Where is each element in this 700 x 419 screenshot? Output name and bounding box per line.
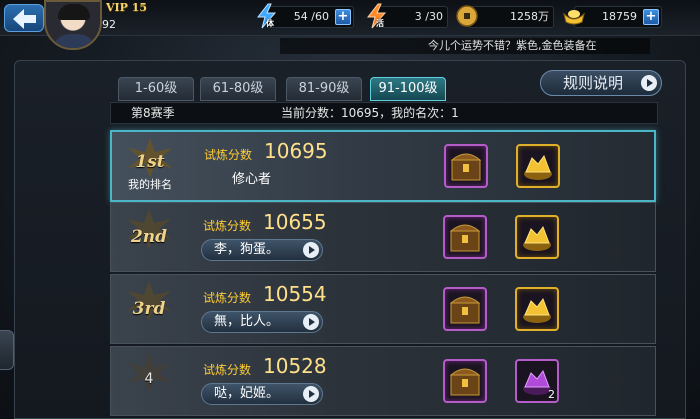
current-score-text: 当前分数：10695，我的名次：1: [281, 106, 459, 120]
tab-level-1-60[interactable]: 1-60级: [118, 77, 194, 101]
vip-badge: VIP 15: [106, 1, 148, 14]
coins-value: 1258万: [510, 10, 549, 23]
reward-chest-icon[interactable]: [443, 215, 487, 259]
ingots-value: 18759: [602, 10, 637, 23]
reward-gold-icon[interactable]: [515, 215, 559, 259]
score-value: 10655: [263, 210, 327, 234]
rank-badge: 1st 我的排名: [112, 132, 188, 198]
reward-chest-icon[interactable]: [444, 144, 488, 188]
side-drawer-handle[interactable]: [0, 330, 14, 370]
player-level: 92: [102, 18, 116, 31]
rank-badge: 4: [111, 347, 187, 413]
tab-level-81-90[interactable]: 81-90级: [286, 77, 362, 101]
player-name-button[interactable]: 李，狗蛋。: [201, 239, 323, 261]
season-info-bar: 第8赛季 当前分数：10695，我的名次：1: [110, 102, 658, 124]
player-name-button[interactable]: 無，比人。: [201, 311, 323, 333]
rank-position: 2nd: [130, 227, 168, 247]
vitality-tag: 活: [376, 19, 384, 28]
player-name: 修心者: [232, 172, 272, 187]
gold-ingot-icon: [563, 10, 585, 25]
announcement-marquee: 今儿个运势不错？紫色,金色装备在: [280, 38, 650, 54]
ranking-row-3[interactable]: 3rd 试炼分数 10554 無，比人。: [110, 274, 656, 344]
stamina-value: 54 /60: [293, 10, 329, 23]
chevron-right-icon: [303, 314, 319, 330]
score-value: 10528: [263, 354, 327, 378]
score-value: 10695: [264, 139, 328, 163]
reward-chest-icon[interactable]: [443, 287, 487, 331]
my-rank-label: 我的排名: [128, 178, 172, 191]
player-name-button[interactable]: 哒，妃姬。: [201, 383, 323, 405]
season-label: 第8赛季: [131, 106, 175, 120]
rules-button[interactable]: 规则说明: [540, 70, 662, 96]
score-label: 试炼分数: [203, 363, 252, 377]
rank-badge: 2nd: [111, 203, 187, 269]
back-button[interactable]: [4, 4, 44, 32]
add-stamina-button[interactable]: +: [335, 9, 351, 25]
stamina-tag: 体: [266, 19, 274, 28]
reward-count: 2: [548, 388, 555, 401]
reward-gold-icon[interactable]: [516, 144, 560, 188]
player-name: 無，比人。: [214, 314, 280, 329]
rank-position: 4: [144, 371, 154, 387]
ranking-row-2[interactable]: 2nd 试炼分数 10655 李，狗蛋。: [110, 202, 656, 272]
add-ingots-button[interactable]: +: [643, 9, 659, 25]
rank-position: 1st: [135, 152, 165, 172]
chevron-right-icon: [641, 75, 657, 91]
rules-label: 规则说明: [563, 74, 624, 92]
chevron-right-icon: [303, 242, 319, 258]
ranking-row-self[interactable]: 1st 我的排名 试炼分数 10695 修心者: [110, 130, 656, 202]
coin-icon: [456, 5, 478, 27]
ranking-row-4[interactable]: 4 试炼分数 10528 哒，妃姬。 2: [110, 346, 656, 416]
reward-chest-icon[interactable]: [443, 359, 487, 403]
score-label: 试炼分数: [203, 291, 252, 305]
chevron-right-icon: [303, 386, 319, 402]
back-arrow-icon: [13, 9, 36, 29]
score-label: 试炼分数: [203, 219, 252, 233]
player-avatar[interactable]: [44, 0, 102, 50]
score-label: 试炼分数: [204, 148, 253, 162]
rank-position: 3rd: [132, 299, 166, 319]
reward-gold-icon[interactable]: [515, 287, 559, 331]
tab-level-91-100[interactable]: 91-100级: [370, 77, 446, 101]
score-value: 10554: [263, 282, 327, 306]
vitality-value: 3 /30: [414, 10, 443, 23]
player-name: 李，狗蛋。: [214, 242, 280, 257]
rank-badge: 3rd: [111, 275, 187, 341]
tab-level-61-80[interactable]: 61-80级: [200, 77, 276, 101]
ingots-counter: 18759 +: [574, 6, 662, 28]
coins-counter: 1258万: [468, 6, 554, 28]
player-name: 哒，妃姬。: [214, 386, 280, 401]
reward-purple-ore-icon[interactable]: 2: [515, 359, 559, 403]
